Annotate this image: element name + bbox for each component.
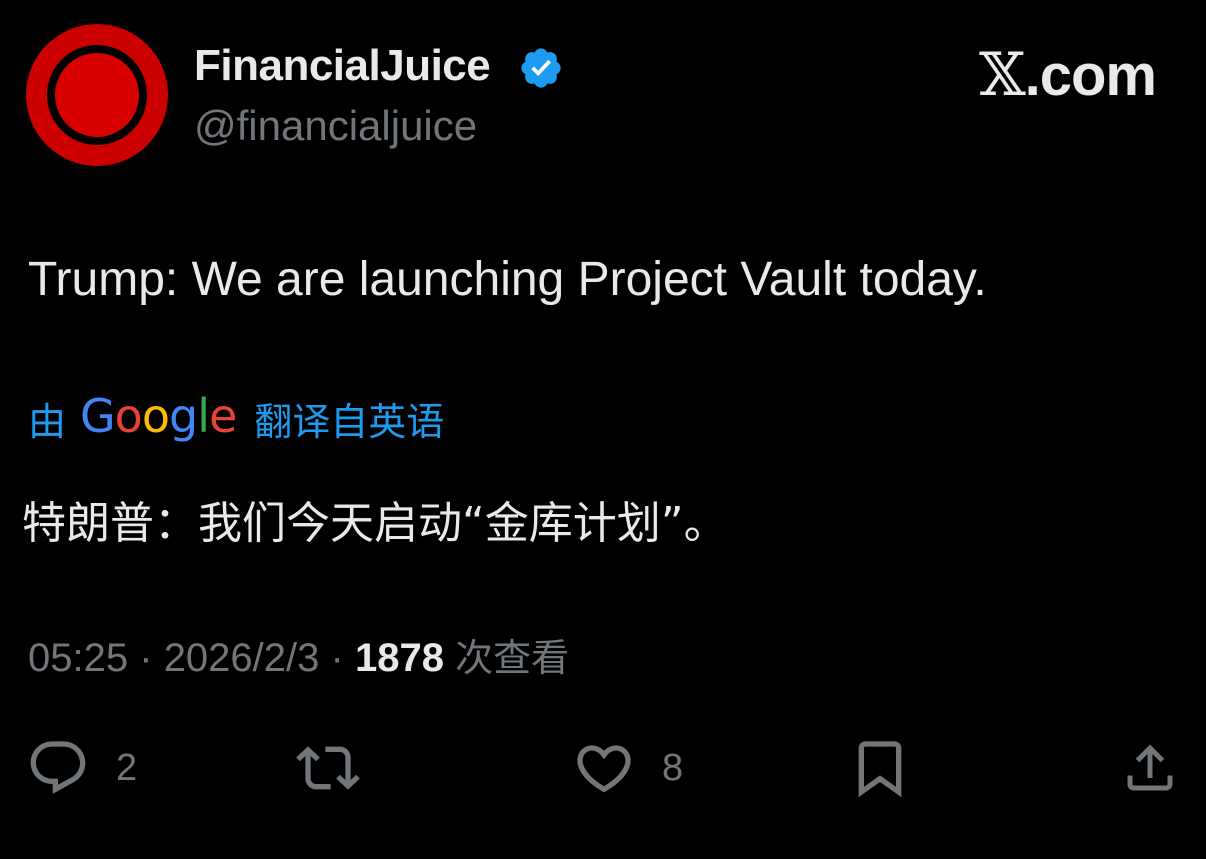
display-name[interactable]: FinancialJuice xyxy=(194,40,491,92)
translation-by-label: 由 xyxy=(28,399,67,444)
retweet-button[interactable] xyxy=(296,736,360,800)
retweet-icon xyxy=(296,746,360,790)
reply-button[interactable]: 2 xyxy=(26,736,137,800)
handle[interactable]: @financialjuice xyxy=(194,100,477,152)
google-letter: l xyxy=(197,389,210,443)
like-button[interactable]: 8 xyxy=(572,736,683,800)
views-label: 次查看 xyxy=(455,636,570,680)
reply-icon xyxy=(30,741,86,794)
google-letter: e xyxy=(208,389,237,443)
x-logo-icon: 𝕏 xyxy=(979,40,1026,110)
verified-badge-icon xyxy=(518,45,564,91)
translation-attribution[interactable]: 由 Google 翻译自英语 xyxy=(28,388,444,448)
brand-domain: .com xyxy=(1024,43,1157,108)
meta-separator: · xyxy=(330,636,344,680)
views-count: 1878 xyxy=(354,636,444,680)
financialjuice-logo-icon xyxy=(26,24,168,166)
brand-watermark: 𝕏.com xyxy=(979,40,1157,110)
translation-source-label: 翻译自英语 xyxy=(254,399,445,444)
google-letter: o xyxy=(114,389,143,443)
google-logo-icon: Google xyxy=(80,389,237,443)
google-letter: o xyxy=(141,389,170,443)
bookmark-icon xyxy=(858,741,902,798)
meta-separator: · xyxy=(139,636,153,680)
google-letter: g xyxy=(168,389,198,443)
bookmark-button[interactable] xyxy=(848,736,912,800)
timestamp-time[interactable]: 05:25 xyxy=(28,636,128,680)
avatar[interactable] xyxy=(26,24,168,166)
tweet-text: Trump: We are launching Project Vault to… xyxy=(28,253,987,306)
tweet-meta: 05:25 · 2026/2/3 · 1878 次查看 xyxy=(28,628,569,688)
like-count: 8 xyxy=(662,746,684,789)
share-button[interactable] xyxy=(1120,736,1180,800)
reply-count: 2 xyxy=(116,746,138,789)
share-icon xyxy=(1127,744,1173,791)
timestamp-date[interactable]: 2026/2/3 xyxy=(164,636,320,680)
translated-text: 特朗普：我们今天启动“金库计划”。 xyxy=(22,498,728,549)
google-letter: G xyxy=(80,389,116,443)
heart-icon xyxy=(577,745,631,793)
